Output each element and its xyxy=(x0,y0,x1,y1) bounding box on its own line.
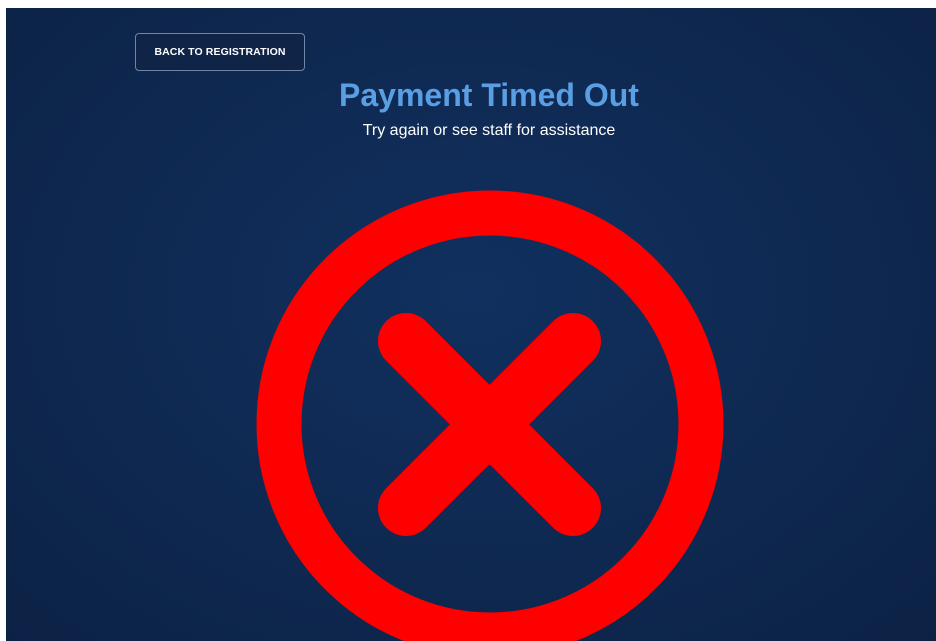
payment-status-screen: BACK TO REGISTRATION Payment Timed Out T… xyxy=(6,8,936,641)
error-x-circle-icon xyxy=(256,190,724,641)
